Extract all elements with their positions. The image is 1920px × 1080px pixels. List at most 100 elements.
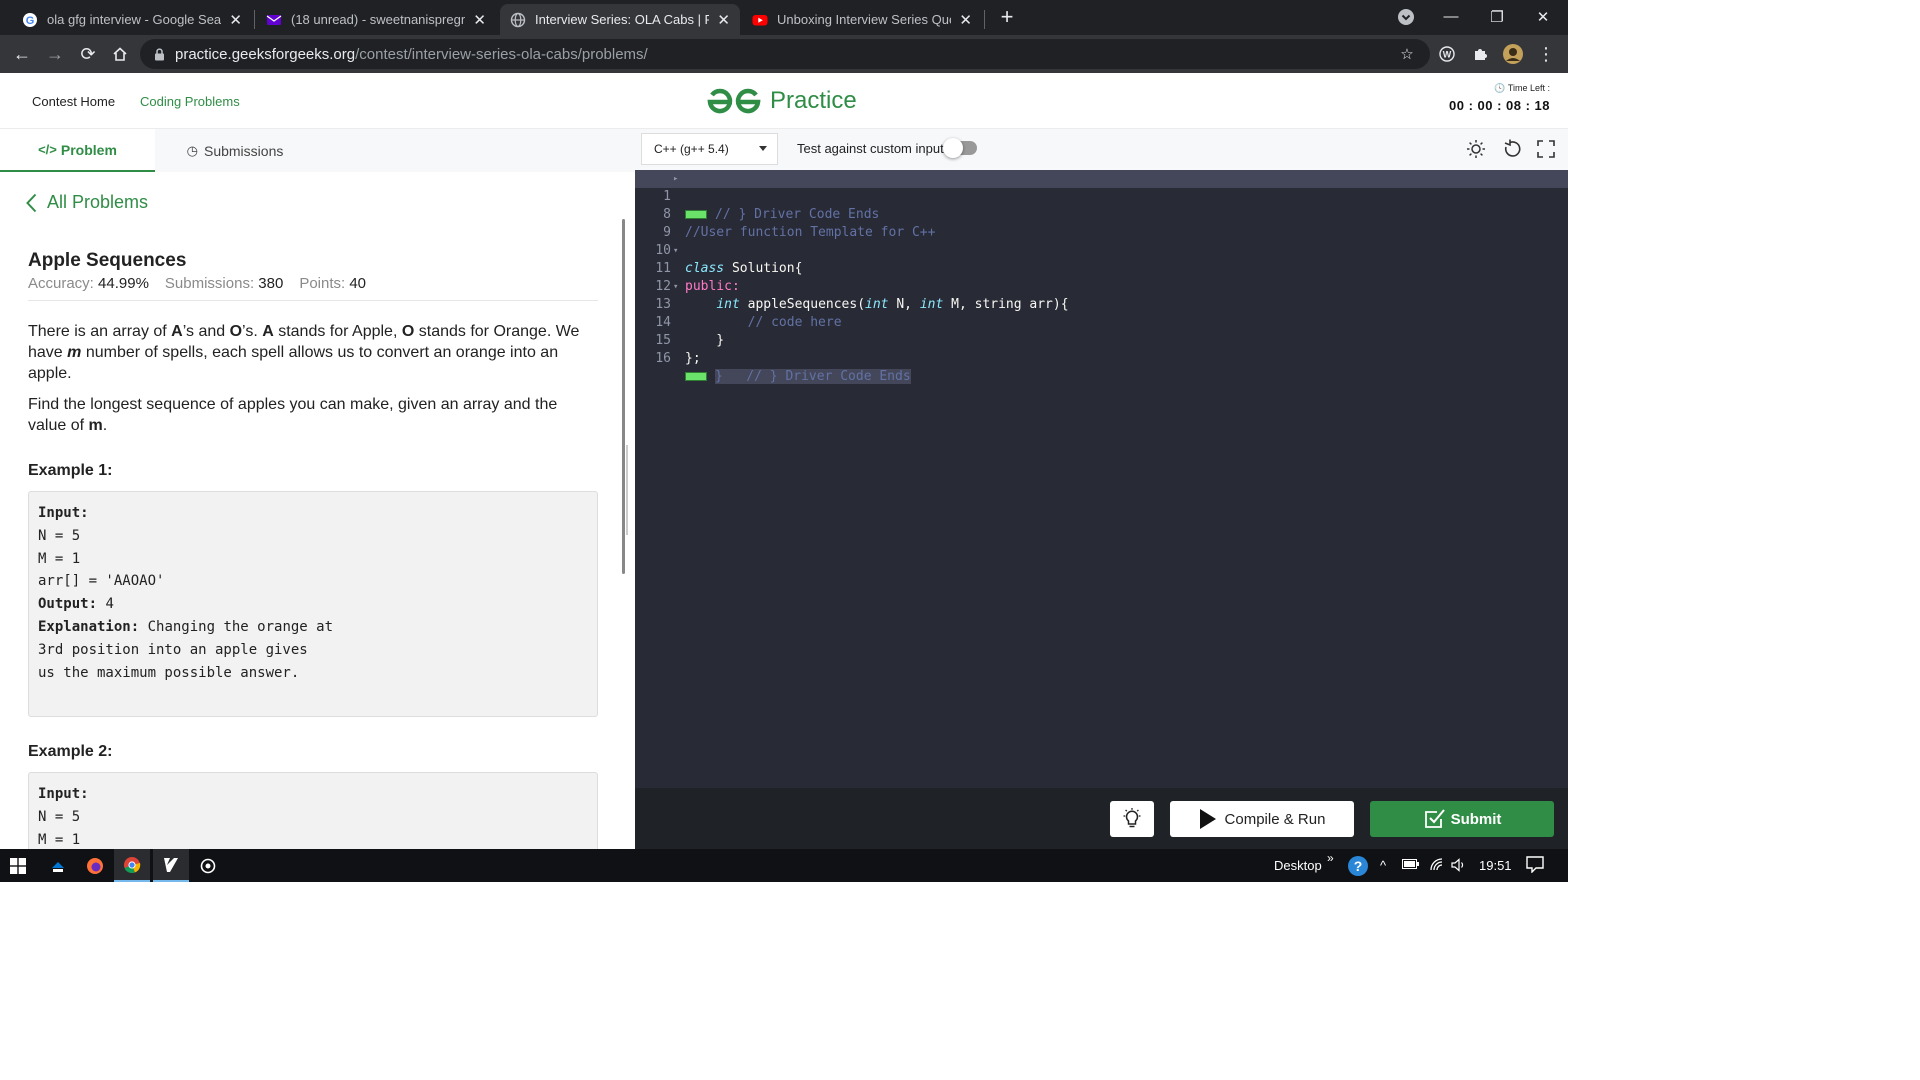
example-2-heading: Example 2:: [28, 743, 113, 760]
tab-title: (18 unread) - sweetnanispregnant: [291, 12, 466, 27]
new-tab-icon[interactable]: +: [985, 0, 1029, 33]
close-tab-icon[interactable]: ✕: [473, 11, 486, 29]
extension-w-icon[interactable]: W: [1436, 43, 1458, 65]
chevron-down-icon: [759, 146, 767, 151]
fullscreen-icon[interactable]: [1535, 138, 1557, 160]
settings-app-icon[interactable]: [190, 849, 226, 882]
browser-toolbar: ← → ⟳ practice.geeksforgeeks.org/contest…: [0, 35, 1568, 73]
lock-icon: [154, 47, 165, 61]
tab-interview-series[interactable]: Interview Series: OLA Cabs | Practice ✕: [500, 4, 740, 35]
code-line: 15 };: [655, 333, 701, 366]
contest-home-link[interactable]: Contest Home: [32, 94, 115, 109]
globe-icon: [510, 12, 526, 28]
problem-tabs: </> Problem ◷ Submissions: [0, 129, 635, 172]
tab-search-icon[interactable]: [1383, 0, 1429, 33]
svg-text:G: G: [26, 15, 35, 27]
all-problems-link[interactable]: All Problems: [26, 192, 148, 213]
problem-title: Apple Sequences: [28, 250, 187, 271]
example-1-box: Input: N = 5 M = 1 arr[] = 'AAOAO' Outpu…: [28, 491, 598, 717]
svg-text:W: W: [1443, 50, 1452, 60]
windows-start-icon[interactable]: [0, 849, 36, 882]
tab-problem[interactable]: </> Problem: [0, 129, 155, 172]
chevron-double-right-icon[interactable]: »: [1327, 851, 1334, 865]
chevron-up-icon[interactable]: ^: [1380, 858, 1386, 873]
gfg-logo-icon: [707, 88, 761, 114]
submissions-stat: Submissions: 380: [164, 275, 284, 292]
code-line: 14 }: [655, 315, 725, 348]
hint-button[interactable]: [1110, 801, 1154, 837]
driver-code-end: } // } Driver Code Ends: [715, 369, 911, 384]
problem-panel: </> Problem ◷ Submissions All Problems A…: [0, 129, 635, 849]
example-2-box: Input: N = 5 M = 1: [28, 772, 598, 849]
reset-code-icon[interactable]: [1501, 138, 1523, 160]
custom-input-label: Test against custom input: [797, 141, 944, 156]
accuracy-stat: Accuracy: 44.99%: [28, 275, 149, 292]
compile-run-button[interactable]: Compile & Run: [1170, 801, 1354, 837]
google-icon: G: [22, 12, 38, 28]
home-icon[interactable]: [107, 41, 133, 67]
language-select[interactable]: C++ (g++ 5.4): [641, 133, 778, 165]
code-line: 10 ▾ class Solution{: [655, 243, 803, 276]
coding-problems-link[interactable]: Coding Problems: [140, 94, 240, 109]
youtube-icon: [752, 12, 768, 28]
chrome-menu-icon[interactable]: ⋮: [1535, 43, 1557, 65]
tab-separator: [254, 10, 255, 29]
desktop-toolbar-label[interactable]: Desktop: [1274, 858, 1322, 873]
tab-title: Interview Series: OLA Cabs | Practice: [535, 12, 710, 27]
close-tab-icon[interactable]: ✕: [229, 11, 242, 29]
theme-sun-icon[interactable]: [1465, 138, 1487, 160]
history-icon: ◷: [186, 142, 198, 158]
browser-tab-strip: G ola gfg interview - Google Search ✕ (1…: [0, 0, 1568, 35]
tab-title: ola gfg interview - Google Search: [47, 12, 222, 27]
help-icon[interactable]: ?: [1347, 855, 1369, 880]
close-window-icon[interactable]: ✕: [1520, 0, 1566, 33]
os-taskbar: Desktop » ? ^ 19:51: [0, 849, 1568, 882]
close-tab-icon[interactable]: ✕: [717, 11, 730, 29]
lightbulb-icon: [1120, 807, 1144, 831]
code-line: 8 //User function Template for C++: [663, 207, 936, 240]
tab-google-search[interactable]: G ola gfg interview - Google Search ✕: [12, 4, 252, 35]
svg-text:?: ?: [1354, 858, 1363, 874]
tab-submissions[interactable]: ◷ Submissions: [170, 129, 300, 172]
clock-time[interactable]: 19:51: [1479, 858, 1512, 873]
code-line: 12 ▾ int appleSequences(int N, int M, str…: [655, 279, 1069, 312]
time-left-value: 00 : 00 : 08 : 18: [1449, 98, 1550, 113]
wifi-icon[interactable]: [1430, 858, 1446, 875]
back-icon[interactable]: ←: [9, 41, 35, 67]
points-stat: Points: 40: [299, 275, 367, 292]
extensions-puzzle-icon[interactable]: [1469, 43, 1491, 65]
submit-button[interactable]: Submit: [1370, 801, 1554, 837]
restore-icon[interactable]: ❐: [1474, 0, 1520, 33]
example-1-heading: Example 1:: [28, 462, 113, 479]
chrome-icon[interactable]: [114, 849, 150, 882]
bookmark-star-icon[interactable]: ☆: [1396, 43, 1418, 65]
url-bar[interactable]: practice.geeksforgeeks.org/contest/inter…: [140, 39, 1430, 69]
chevron-left-icon: [26, 193, 37, 213]
battery-icon[interactable]: [1402, 858, 1420, 873]
firefox-icon[interactable]: [77, 849, 113, 882]
problem-scrollbar[interactable]: [622, 219, 625, 574]
gfg-logo[interactable]: Practice: [706, 87, 857, 115]
tab-youtube[interactable]: Unboxing Interview Series Questions ✕: [742, 4, 982, 35]
custom-input-toggle[interactable]: [943, 138, 977, 158]
pinned-app-icon[interactable]: [40, 849, 76, 882]
profile-avatar[interactable]: [1502, 43, 1524, 65]
close-tab-icon[interactable]: ✕: [959, 11, 972, 29]
volume-icon[interactable]: [1451, 858, 1467, 875]
folded-code-marker[interactable]: [685, 372, 707, 381]
divider: [28, 300, 598, 301]
code-editor[interactable]: 1 ▸ // } Driver Code Ends 8 //User functi…: [635, 170, 1568, 788]
editor-toolbar: C++ (g++ 5.4) Test against custom input: [635, 129, 1568, 170]
tab-title: Unboxing Interview Series Questions: [777, 12, 951, 27]
forward-icon[interactable]: →: [42, 41, 68, 67]
minimize-icon[interactable]: —: [1428, 0, 1474, 33]
vim-editor-icon[interactable]: [153, 849, 189, 882]
tab-yahoo-mail[interactable]: (18 unread) - sweetnanispregnant ✕: [256, 4, 496, 35]
problem-content: All Problems Apple Sequences Accuracy: 4…: [0, 172, 625, 849]
code-icon: </>: [38, 142, 57, 157]
code-line: 9: [663, 225, 671, 240]
notifications-icon[interactable]: [1526, 855, 1544, 876]
panel-resize-handle[interactable]: [626, 445, 628, 535]
checkbox-icon: [1423, 807, 1447, 831]
reload-icon[interactable]: ⟳: [75, 41, 101, 67]
